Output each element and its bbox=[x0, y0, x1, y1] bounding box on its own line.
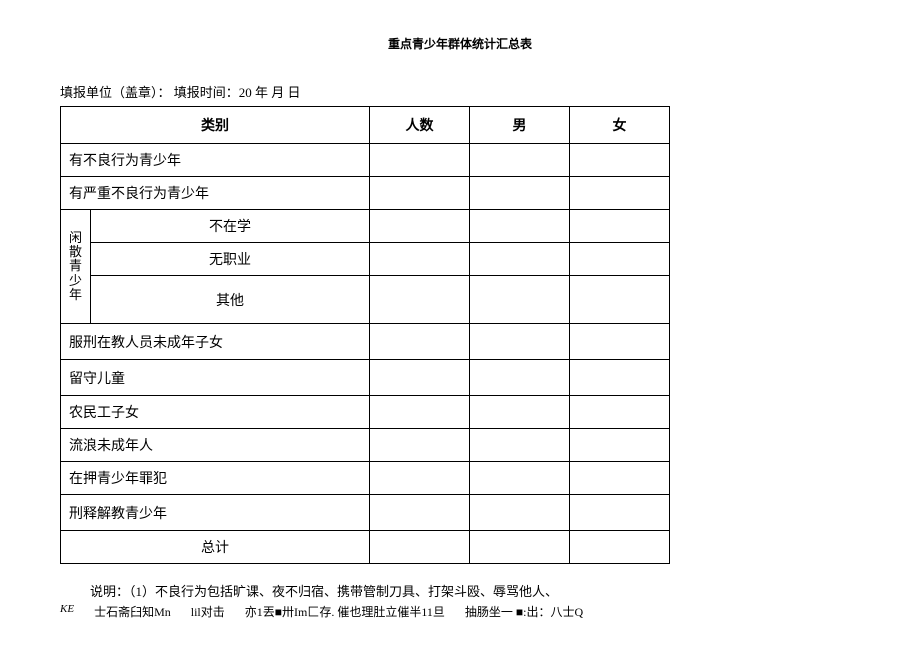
cell-female bbox=[570, 276, 670, 324]
cell-male bbox=[470, 243, 570, 276]
cell-female bbox=[570, 462, 670, 495]
table-row: 服刑在教人员未成年子女 bbox=[61, 324, 670, 360]
cell-male bbox=[470, 429, 570, 462]
cell-category: 流浪未成年人 bbox=[61, 429, 370, 462]
cell-count bbox=[370, 243, 470, 276]
cell-male bbox=[470, 531, 570, 564]
notes-frag: 抽肠坐一 ■:出：八士Q bbox=[465, 603, 583, 620]
header-female: 女 bbox=[570, 107, 670, 144]
cell-female bbox=[570, 531, 670, 564]
table-row: 在押青少年罪犯 bbox=[61, 462, 670, 495]
cell-count bbox=[370, 276, 470, 324]
cell-male bbox=[470, 210, 570, 243]
cell-male bbox=[470, 276, 570, 324]
table-row: 其他 bbox=[61, 276, 670, 324]
header-line: 填报单位（盖章）： 填报时间：20 年 月 日 bbox=[60, 82, 860, 101]
cell-group-label: 闲散青少年 bbox=[61, 210, 91, 324]
notes-frag: 士石斋臼知Mn bbox=[94, 603, 171, 620]
cell-category: 留守儿童 bbox=[61, 360, 370, 396]
cell-female bbox=[570, 243, 670, 276]
cell-male bbox=[470, 396, 570, 429]
cell-female bbox=[570, 177, 670, 210]
cell-count bbox=[370, 324, 470, 360]
cell-category: 有不良行为青少年 bbox=[61, 144, 370, 177]
cell-male bbox=[470, 360, 570, 396]
notes-frag: KE bbox=[60, 603, 74, 620]
table-row: 总计 bbox=[61, 531, 670, 564]
cell-count bbox=[370, 210, 470, 243]
cell-female bbox=[570, 210, 670, 243]
cell-female bbox=[570, 360, 670, 396]
cell-count bbox=[370, 429, 470, 462]
header-category: 类别 bbox=[61, 107, 370, 144]
notes-frag: lil对击 bbox=[191, 603, 225, 620]
notes-line1: 说明：（1）不良行为包括旷课、夜不归宿、携带管制刀具、打架斗殴、辱骂他人、 bbox=[90, 582, 860, 603]
cell-category: 农民工子女 bbox=[61, 396, 370, 429]
cell-male bbox=[470, 144, 570, 177]
table-row: 刑释解教青少年 bbox=[61, 495, 670, 531]
notes-line2: KE 士石斋臼知Mn lil对击 亦1丟■卅Im匚存. 催也理肚立催半11旦 抽… bbox=[60, 603, 860, 620]
table-row: 留守儿童 bbox=[61, 360, 670, 396]
cell-subcategory: 无职业 bbox=[91, 243, 370, 276]
cell-count bbox=[370, 396, 470, 429]
cell-subcategory: 不在学 bbox=[91, 210, 370, 243]
header-male: 男 bbox=[470, 107, 570, 144]
cell-male bbox=[470, 177, 570, 210]
cell-male bbox=[470, 324, 570, 360]
cell-count bbox=[370, 360, 470, 396]
cell-male bbox=[470, 495, 570, 531]
summary-table: 类别 人数 男 女 有不良行为青少年 有严重不良行为青少年 闲散青少年 不在学 … bbox=[60, 106, 670, 564]
cell-female bbox=[570, 144, 670, 177]
cell-count bbox=[370, 144, 470, 177]
cell-count bbox=[370, 495, 470, 531]
cell-category: 刑释解教青少年 bbox=[61, 495, 370, 531]
table-row: 有严重不良行为青少年 bbox=[61, 177, 670, 210]
table-row: 流浪未成年人 bbox=[61, 429, 670, 462]
table-row: 有不良行为青少年 bbox=[61, 144, 670, 177]
cell-female bbox=[570, 429, 670, 462]
table-row: 无职业 bbox=[61, 243, 670, 276]
cell-category: 服刑在教人员未成年子女 bbox=[61, 324, 370, 360]
cell-male bbox=[470, 462, 570, 495]
cell-count bbox=[370, 177, 470, 210]
table-row: 农民工子女 bbox=[61, 396, 670, 429]
cell-count bbox=[370, 462, 470, 495]
cell-female bbox=[570, 324, 670, 360]
cell-count bbox=[370, 531, 470, 564]
notes-section: 说明：（1）不良行为包括旷课、夜不归宿、携带管制刀具、打架斗殴、辱骂他人、 bbox=[60, 582, 860, 603]
table-row: 闲散青少年 不在学 bbox=[61, 210, 670, 243]
notes-frag: 亦1丟■卅Im匚存. 催也理肚立催半11旦 bbox=[245, 603, 445, 620]
cell-category: 在押青少年罪犯 bbox=[61, 462, 370, 495]
header-count: 人数 bbox=[370, 107, 470, 144]
cell-female bbox=[570, 495, 670, 531]
cell-female bbox=[570, 396, 670, 429]
page-title: 重点青少年群体统计汇总表 bbox=[60, 35, 860, 52]
cell-category: 有严重不良行为青少年 bbox=[61, 177, 370, 210]
cell-subcategory: 其他 bbox=[91, 276, 370, 324]
cell-total-label: 总计 bbox=[61, 531, 370, 564]
table-header-row: 类别 人数 男 女 bbox=[61, 107, 670, 144]
